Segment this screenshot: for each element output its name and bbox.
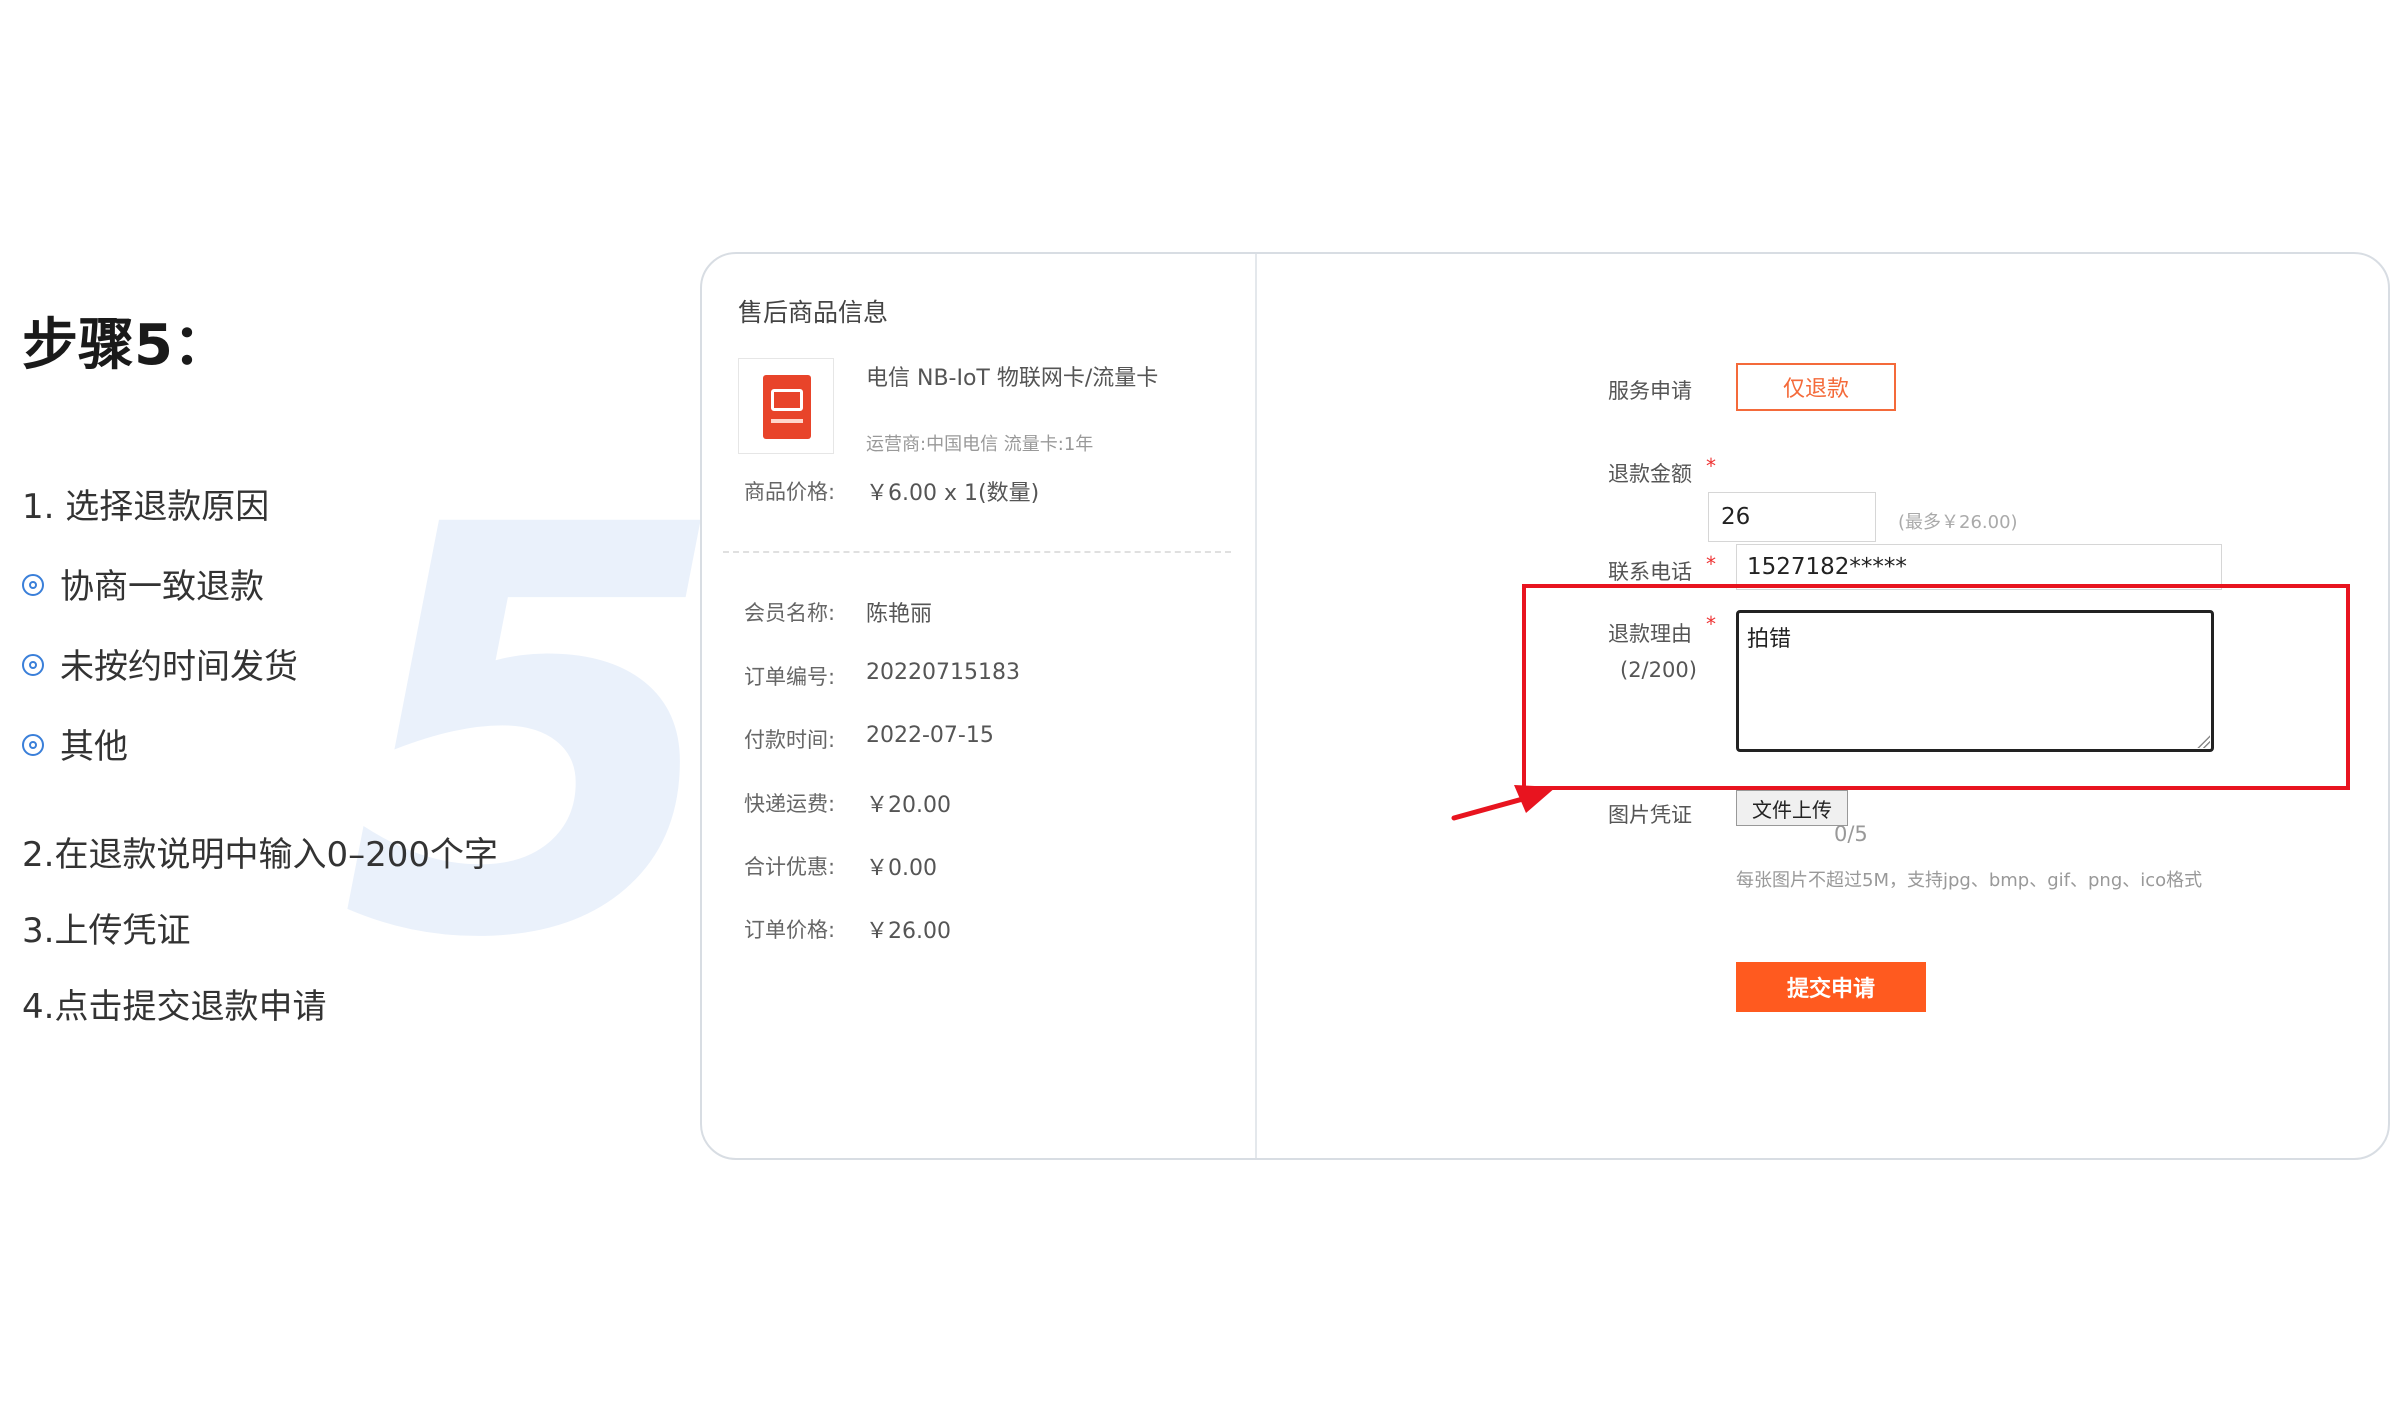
- price-value: ￥6.00 x 1(数量): [866, 481, 1040, 506]
- order-no-value: 20220715183: [866, 660, 1020, 685]
- refund-amount-input[interactable]: [1708, 492, 1876, 542]
- product-thumbnail: [738, 358, 834, 454]
- option-label: 其他: [60, 727, 128, 767]
- required-mark: *: [1706, 454, 1716, 478]
- shipping-value: ￥20.00: [866, 793, 951, 818]
- step-title: 步骤5：: [22, 313, 229, 378]
- total-label: 订单价格:: [744, 918, 836, 942]
- dashed-divider: [723, 551, 1231, 553]
- radio-circle-icon: [22, 734, 44, 756]
- price-label: 商品价格:: [744, 480, 836, 504]
- required-mark: *: [1706, 552, 1716, 576]
- product-name[interactable]: 电信 NB-IoT 物联网卡/流量卡: [866, 360, 1158, 392]
- submit-button[interactable]: 提交申请: [1736, 962, 1926, 1012]
- section-title: 售后商品信息: [738, 298, 889, 327]
- pay-time-label: 付款时间:: [744, 728, 836, 752]
- discount-value: ￥0.00: [866, 856, 937, 881]
- instruction-2: 2.在退款说明中输入0–200个字: [22, 835, 498, 875]
- instruction-4: 4.点击提交退款申请: [22, 987, 327, 1027]
- radio-circle-icon: [22, 654, 44, 676]
- shipping-label: 快递运费:: [744, 792, 836, 816]
- upload-hint: 每张图片不超过5M，支持jpg、bmp、gif、png、ico格式: [1736, 870, 2203, 891]
- option-label: 协商一致退款: [60, 567, 264, 607]
- refund-only-button[interactable]: 仅退款: [1736, 363, 1896, 411]
- annotation-arrow-icon: [1451, 785, 1556, 821]
- watermark-step-number: 5: [340, 409, 730, 1061]
- amount-label: 退款金额: [1608, 462, 1692, 486]
- instruction-3: 3.上传凭证: [22, 911, 191, 951]
- order-no-label: 订单编号:: [744, 665, 836, 689]
- sim-card-icon: [763, 375, 811, 439]
- panel-divider: [1255, 254, 1257, 1158]
- radio-circle-icon: [22, 574, 44, 596]
- pay-time-value: 2022-07-15: [866, 723, 994, 748]
- member-value: 陈艳丽: [866, 602, 933, 627]
- service-label: 服务申请: [1608, 379, 1692, 403]
- discount-label: 合计优惠:: [744, 855, 836, 879]
- total-value: ￥26.00: [866, 919, 951, 944]
- phone-label: 联系电话: [1608, 560, 1692, 584]
- file-upload-button[interactable]: 文件上传: [1736, 790, 1848, 826]
- member-label: 会员名称:: [744, 601, 836, 625]
- instruction-1: 1. 选择退款原因: [22, 487, 270, 527]
- upload-count: 0/5: [1834, 822, 1868, 846]
- annotation-highlight-box: [1522, 584, 2350, 790]
- option-label: 未按约时间发货: [60, 647, 298, 687]
- product-attributes: 运营商:中国电信 流量卡:1年: [866, 434, 1094, 455]
- amount-hint: (最多￥26.00): [1898, 512, 2018, 533]
- photo-label: 图片凭证: [1608, 803, 1692, 827]
